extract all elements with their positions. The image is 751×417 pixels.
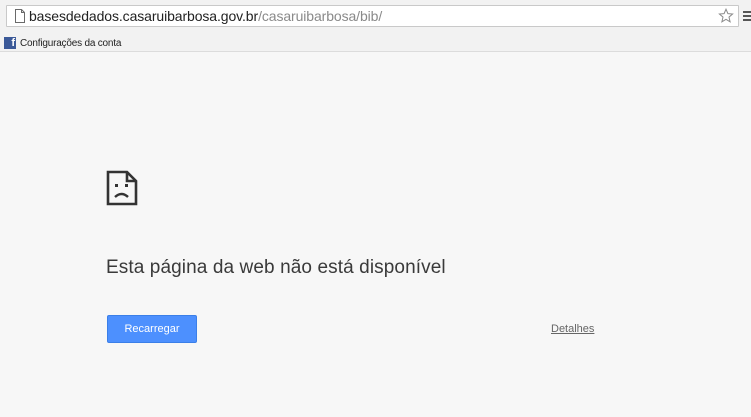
- url-path: /casaruibarbosa/bib/: [258, 8, 383, 24]
- facebook-icon: f: [4, 37, 16, 49]
- chrome-menu-icon[interactable]: [743, 11, 751, 21]
- bookmark-account-settings[interactable]: f Configurações da conta: [4, 36, 121, 50]
- reload-button[interactable]: Recarregar: [107, 315, 197, 343]
- error-title: Esta página da web não está disponível: [106, 257, 446, 278]
- url-host: basesdedados.casaruibarbosa.gov.br: [29, 8, 259, 24]
- url-text[interactable]: basesdedados.casaruibarbosa.gov.br/casar…: [29, 7, 382, 25]
- details-link[interactable]: Detalhes: [551, 323, 594, 335]
- bookmarks-bar: f Configurações da conta: [0, 34, 751, 52]
- bookmark-star-icon[interactable]: [718, 8, 734, 24]
- address-bar[interactable]: basesdedados.casaruibarbosa.gov.br/casar…: [6, 5, 739, 27]
- error-page: Esta página da web não está disponível R…: [0, 53, 751, 417]
- page-icon: [15, 9, 25, 23]
- sad-page-icon: [106, 170, 138, 206]
- browser-toolbar: basesdedados.casaruibarbosa.gov.br/casar…: [0, 0, 751, 34]
- browser-window: basesdedados.casaruibarbosa.gov.br/casar…: [0, 0, 751, 417]
- bookmark-label: Configurações da conta: [20, 37, 122, 49]
